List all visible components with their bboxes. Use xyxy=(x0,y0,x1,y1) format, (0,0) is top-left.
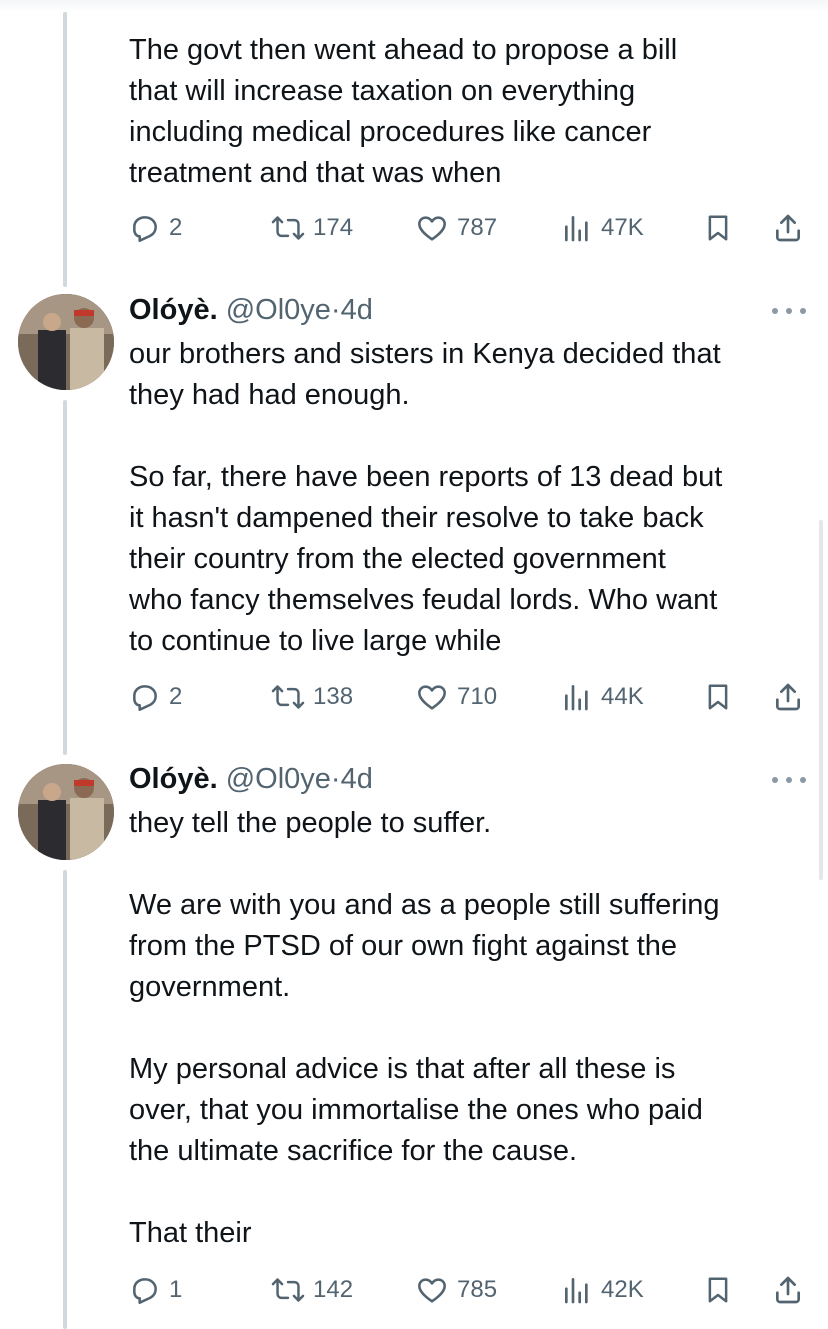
more-button[interactable] xyxy=(772,772,806,788)
reply-icon xyxy=(133,1278,157,1304)
timestamp[interactable]: 4d xyxy=(341,294,373,326)
avatar-photo xyxy=(18,294,114,390)
retweet-count: 174 xyxy=(313,214,354,241)
reply-button[interactable]: 2 xyxy=(129,208,182,248)
reply-count: 2 xyxy=(169,683,183,710)
retweet-button[interactable]: 174 xyxy=(271,208,353,248)
share-icon xyxy=(776,683,800,711)
share-button[interactable] xyxy=(772,1270,804,1310)
views-count: 47K xyxy=(601,214,644,241)
bookmark-button[interactable] xyxy=(703,1270,733,1310)
views-icon xyxy=(565,685,588,711)
user-handle[interactable]: @Ol0ye xyxy=(226,294,331,326)
tweet-header: Olóyè. @Ol0ye·4d xyxy=(129,292,373,328)
retweet-icon xyxy=(271,216,305,240)
like-count: 787 xyxy=(457,214,498,241)
separator-dot: · xyxy=(330,294,341,326)
reply-button[interactable]: 2 xyxy=(129,677,182,717)
more-icon xyxy=(772,308,778,314)
more-icon xyxy=(772,777,778,783)
user-handle[interactable]: @Ol0ye xyxy=(226,763,331,795)
share-button[interactable] xyxy=(772,677,804,717)
more-icon-dot xyxy=(800,777,806,783)
retweet-button[interactable]: 138 xyxy=(271,677,353,717)
retweet-icon xyxy=(271,1278,305,1302)
heart-icon xyxy=(418,685,446,710)
views-count: 42K xyxy=(601,1276,644,1303)
display-name[interactable]: Olóyè. xyxy=(129,763,218,795)
bookmark-icon xyxy=(708,215,728,241)
more-icon-dot xyxy=(786,777,792,783)
bookmark-icon xyxy=(708,684,728,710)
more-button[interactable] xyxy=(772,303,806,319)
timestamp[interactable]: 4d xyxy=(341,763,373,795)
tweet-actions: 2 138 710 44K xyxy=(129,677,809,717)
more-icon-dot xyxy=(786,308,792,314)
share-button[interactable] xyxy=(772,208,804,248)
top-edge xyxy=(0,0,828,12)
tweet-text: our brothers and sisters in Kenya decide… xyxy=(129,338,723,657)
bookmark-button[interactable] xyxy=(703,677,733,717)
retweet-count: 138 xyxy=(313,683,354,710)
heart-icon xyxy=(418,1278,446,1303)
more-icon-dot xyxy=(800,308,806,314)
tweet-header: Olóyè. @Ol0ye·4d xyxy=(129,761,373,797)
tweet-actions: 2 174 787 47K xyxy=(129,208,809,248)
reply-count: 1 xyxy=(169,1276,183,1303)
retweet-count: 142 xyxy=(313,1276,354,1303)
thread-line xyxy=(63,12,67,287)
reply-icon xyxy=(133,685,157,711)
reply-count: 2 xyxy=(169,214,183,241)
like-button[interactable]: 710 xyxy=(415,677,497,717)
views-button[interactable]: 44K xyxy=(561,677,644,717)
share-icon xyxy=(776,214,800,242)
retweet-icon xyxy=(271,685,305,709)
reply-icon xyxy=(133,216,157,242)
bookmark-icon xyxy=(708,1277,728,1303)
like-count: 785 xyxy=(457,1276,498,1303)
like-button[interactable]: 785 xyxy=(415,1270,497,1310)
avatar[interactable] xyxy=(18,294,114,390)
heart-icon xyxy=(418,216,446,241)
share-icon xyxy=(776,1276,800,1304)
avatar-photo xyxy=(18,764,114,860)
like-count: 710 xyxy=(457,683,498,710)
tweet-text: they tell the people to suffer. We are w… xyxy=(129,807,720,1249)
retweet-button[interactable]: 142 xyxy=(271,1270,353,1310)
views-icon xyxy=(565,216,588,242)
tweet-actions: 1 142 785 42K xyxy=(129,1270,809,1310)
thread-line xyxy=(63,400,67,755)
views-button[interactable]: 47K xyxy=(561,208,644,248)
display-name[interactable]: Olóyè. xyxy=(129,294,218,326)
tweet-text: The govt then went ahead to propose a bi… xyxy=(129,34,678,189)
views-count: 44K xyxy=(601,683,644,710)
separator-dot: · xyxy=(330,763,341,795)
scrollbar[interactable] xyxy=(819,520,823,880)
like-button[interactable]: 787 xyxy=(415,208,497,248)
avatar[interactable] xyxy=(18,764,114,860)
reply-button[interactable]: 1 xyxy=(129,1270,182,1310)
thread-line xyxy=(63,870,67,1329)
views-button[interactable]: 42K xyxy=(561,1270,644,1310)
bookmark-button[interactable] xyxy=(703,208,733,248)
views-icon xyxy=(565,1278,588,1304)
